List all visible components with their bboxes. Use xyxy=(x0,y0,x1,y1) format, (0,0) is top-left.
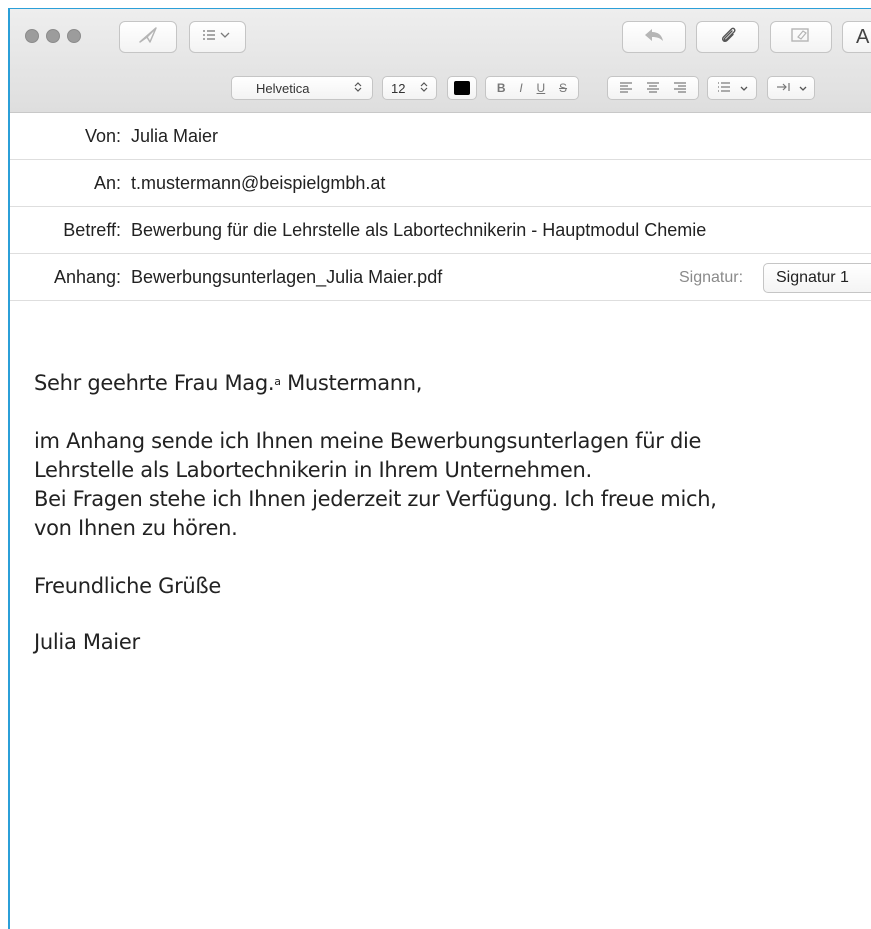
underline-button[interactable]: U xyxy=(537,81,546,95)
mail-compose-window: A Helvetica 12 B I U S Von: Julia Maier … xyxy=(0,0,871,929)
to-row: An: t.mustermann@beispielgmbh.at xyxy=(10,159,871,207)
signature-select[interactable]: Signatur 1 xyxy=(763,263,871,293)
list-style-button[interactable] xyxy=(707,76,757,100)
format-label: A xyxy=(856,25,870,48)
to-label: An: xyxy=(93,173,121,193)
paperclip-icon xyxy=(719,25,737,49)
bullet-list-icon xyxy=(717,81,731,96)
stepper-updown-icon xyxy=(354,81,362,96)
font-family-value: Helvetica xyxy=(256,80,310,96)
zoom-window-button[interactable] xyxy=(67,29,81,43)
bold-button[interactable]: B xyxy=(497,81,506,95)
stepper-updown-icon xyxy=(420,81,428,96)
closing: Freundliche Grüße xyxy=(34,574,221,598)
minimize-window-button[interactable] xyxy=(46,29,60,43)
align-left-icon[interactable] xyxy=(619,81,633,96)
text-style-group: B I U S xyxy=(485,76,579,100)
signature-name: Julia Maier xyxy=(34,630,140,654)
paper-plane-icon xyxy=(138,26,158,48)
body-line-2: Lehrstelle als Labortechnikerin in Ihrem… xyxy=(34,458,592,482)
italic-button[interactable]: I xyxy=(519,81,522,95)
attachment-field[interactable]: Bewerbungsunterlagen_Julia Maier.pdf xyxy=(131,267,442,288)
font-size-value: 12 xyxy=(391,80,406,96)
chevron-down-icon xyxy=(740,81,748,95)
from-field[interactable]: Julia Maier xyxy=(131,126,218,147)
salutation: Sehr geehrte Frau Mag.a Mustermann, xyxy=(34,369,854,398)
format-button[interactable]: A xyxy=(842,21,871,53)
subject-field[interactable]: Bewerbung für die Lehrstelle als Laborte… xyxy=(131,220,706,241)
list-dropdown-icon xyxy=(201,28,235,46)
chevron-down-icon xyxy=(799,81,807,95)
subject-row: Betreff: Bewerbung für die Lehrstelle al… xyxy=(10,206,871,254)
photo-browser-icon xyxy=(790,26,812,48)
attach-button[interactable] xyxy=(696,21,759,53)
body-line-3: Bei Fragen stehe ich Ihnen jederzeit zur… xyxy=(34,487,717,511)
close-window-button[interactable] xyxy=(25,29,39,43)
header-fields-dropdown[interactable] xyxy=(189,21,246,53)
attachment-label: Anhang: xyxy=(53,267,121,287)
reply-button[interactable] xyxy=(622,21,686,53)
color-swatch xyxy=(454,81,470,95)
signature-label: Signatur: xyxy=(679,269,744,286)
align-center-icon[interactable] xyxy=(646,81,660,96)
to-field[interactable]: t.mustermann@beispielgmbh.at xyxy=(131,173,385,194)
salutation-superscript: a xyxy=(274,375,281,388)
photo-browser-button[interactable] xyxy=(770,21,832,53)
strikethrough-button[interactable]: S xyxy=(559,81,567,95)
attachment-row: Anhang: Bewerbungsunterlagen_Julia Maier… xyxy=(10,253,871,301)
text-color-button[interactable] xyxy=(447,76,477,100)
toolbar: A Helvetica 12 B I U S xyxy=(10,9,871,113)
salutation-name: Mustermann, xyxy=(280,371,423,395)
body-line-4: von Ihnen zu hören. xyxy=(34,516,238,540)
from-label: Von: xyxy=(84,126,121,146)
alignment-group xyxy=(607,76,699,100)
salutation-text: Sehr geehrte Frau Mag. xyxy=(34,371,275,395)
subject-label: Betreff: xyxy=(63,220,121,240)
indent-arrow-icon xyxy=(776,81,792,96)
reply-arrow-icon xyxy=(643,27,665,47)
align-right-icon[interactable] xyxy=(673,81,687,96)
body-line-1: im Anhang sende ich Ihnen meine Bewerbun… xyxy=(34,429,702,453)
send-button[interactable] xyxy=(119,21,177,53)
font-family-select[interactable]: Helvetica xyxy=(231,76,373,100)
from-row: Von: Julia Maier xyxy=(10,112,871,160)
indent-button[interactable] xyxy=(767,76,815,100)
font-size-select[interactable]: 12 xyxy=(382,76,437,100)
message-body[interactable]: Sehr geehrte Frau Mag.a Mustermann, im A… xyxy=(34,369,854,657)
signature-value: Signatur 1 xyxy=(776,269,849,286)
